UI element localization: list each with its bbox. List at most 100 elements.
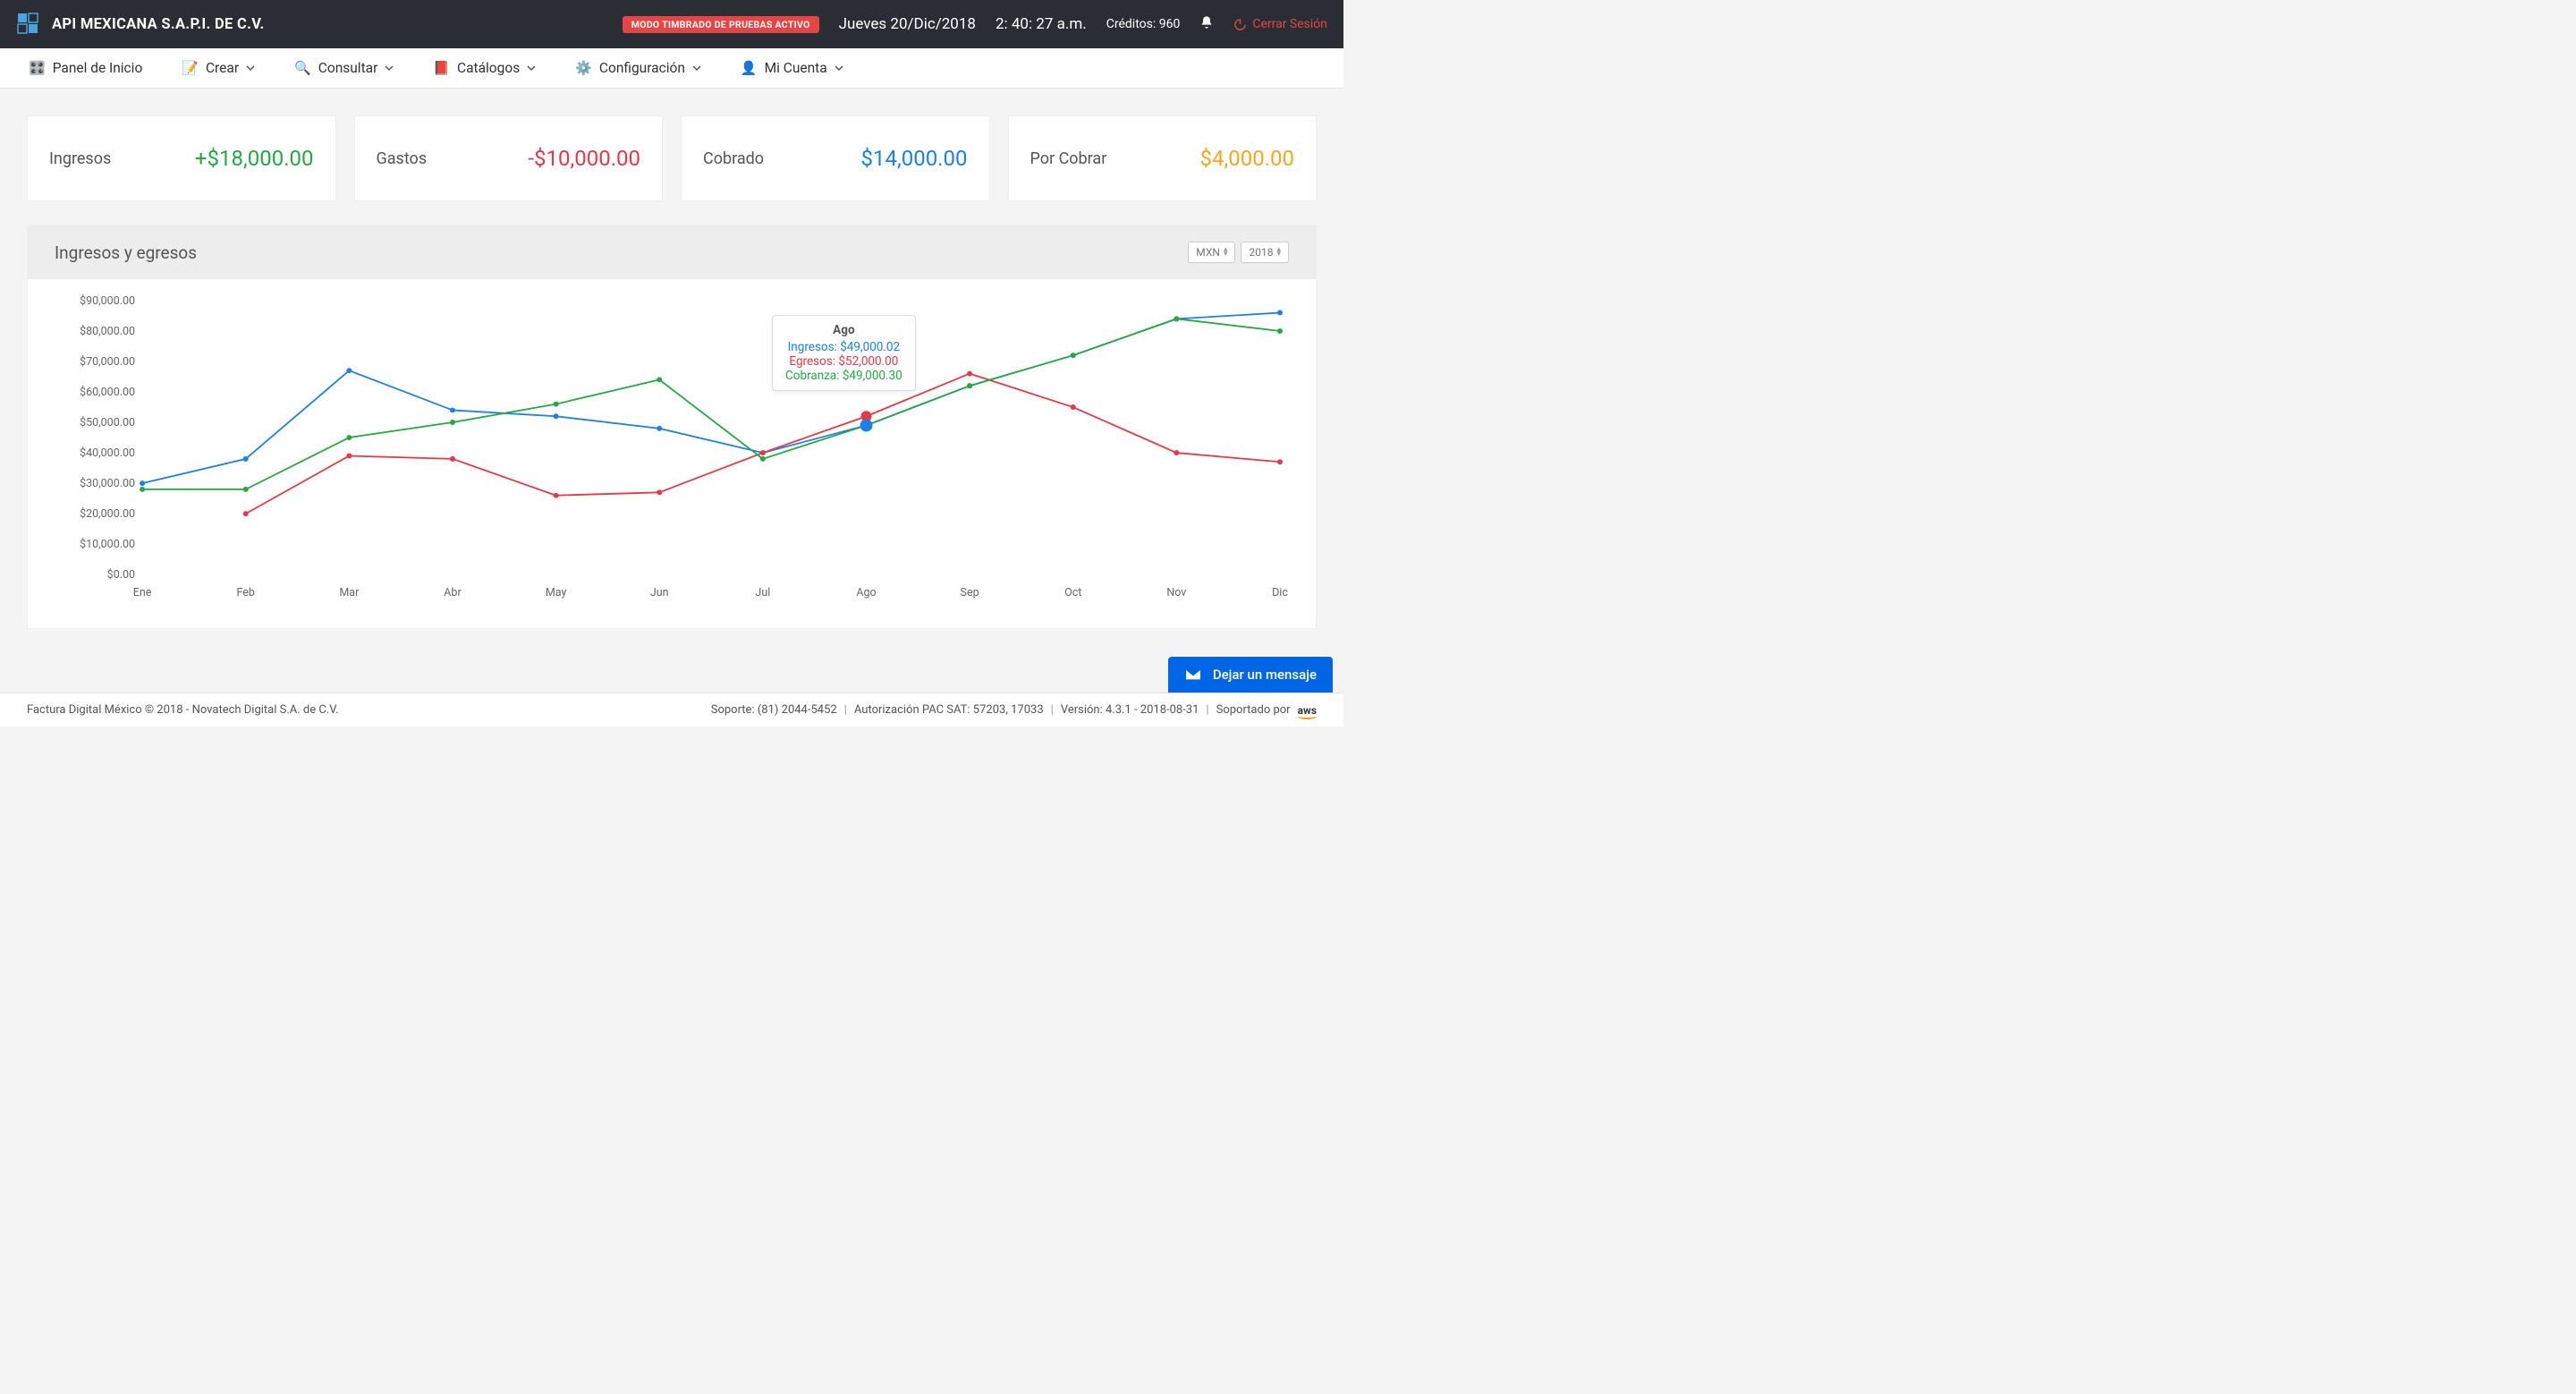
chevron-down-icon	[246, 64, 255, 72]
tooltip-ingresos: Ingresos: $49,000.02	[785, 340, 902, 354]
current-time: 2: 40: 27 a.m.	[996, 15, 1087, 33]
chevron-down-icon	[385, 64, 394, 72]
mail-icon	[1184, 666, 1202, 684]
line-chart[interactable]: $0.00 $10,000.00 $20,000.00 $30,000.00 $40,0…	[71, 290, 1289, 601]
dashboard-icon: 🎛️	[29, 60, 46, 76]
topbar-right: MODO TIMBRADO DE PRUEBAS ACTIVO Jueves 2…	[623, 15, 1327, 33]
nav-create[interactable]: 📝 Crear	[182, 60, 255, 76]
nav-catalogs[interactable]: 📕 Catálogos	[433, 60, 536, 76]
chevron-down-icon	[835, 64, 843, 72]
nav-config[interactable]: ⚙️ Configuración	[575, 60, 701, 76]
nav-create-label: Crear	[206, 60, 239, 76]
footer-version: Versión: 4.3.1 - 2018-08-31	[1061, 703, 1199, 717]
svg-text:Nov: Nov	[1166, 586, 1186, 599]
card-ingresos: Ingresos +$18,000.00	[27, 115, 336, 201]
svg-text:$90,000.00: $90,000.00	[80, 294, 135, 308]
svg-text:Sep: Sep	[961, 586, 979, 599]
nav-home[interactable]: 🎛️ Panel de Inicio	[29, 60, 142, 76]
card-cobrado-label: Cobrado	[703, 149, 764, 168]
logo-icon	[16, 12, 41, 37]
nav-catalogs-label: Catálogos	[457, 60, 520, 76]
create-icon: 📝	[182, 60, 199, 76]
card-porcobrar: Por Cobrar $4,000.00	[1008, 115, 1318, 201]
svg-text:Mar: Mar	[339, 586, 360, 599]
svg-text:$80,000.00: $80,000.00	[80, 325, 135, 338]
navbar: 🎛️ Panel de Inicio 📝 Crear 🔍 Consultar 📕…	[0, 48, 1343, 89]
search-icon: 🔍	[294, 60, 311, 76]
aws-logo: aws	[1298, 704, 1317, 717]
svg-text:Jul: Jul	[755, 586, 770, 599]
chevron-down-icon	[527, 64, 536, 72]
currency-select[interactable]: MXN ▴▾	[1188, 242, 1235, 263]
svg-text:$0.00: $0.00	[107, 568, 135, 582]
updown-icon: ▴▾	[1224, 248, 1228, 257]
nav-config-label: Configuración	[599, 60, 685, 76]
bell-icon[interactable]	[1199, 15, 1214, 33]
footer-support: Soporte: (81) 2044-5452	[711, 703, 837, 717]
footer-copyright: Factura Digital México © 2018 - Novatech…	[27, 703, 339, 717]
test-mode-badge: MODO TIMBRADO DE PRUEBAS ACTIVO	[623, 16, 819, 33]
summary-cards: Ingresos +$18,000.00 Gastos -$10,000.00 …	[27, 115, 1317, 201]
chat-widget[interactable]: Dejar un mensaje	[1168, 657, 1333, 693]
svg-text:$30,000.00: $30,000.00	[80, 477, 135, 490]
topbar-left: API MEXICANA S.A.P.I. DE C.V.	[16, 12, 265, 37]
svg-text:May: May	[546, 586, 567, 599]
chart-body: $0.00 $10,000.00 $20,000.00 $30,000.00 $40,0…	[28, 279, 1316, 628]
card-ingresos-label: Ingresos	[49, 149, 111, 168]
card-gastos-value: -$10,000.00	[528, 146, 640, 171]
svg-text:Dic: Dic	[1272, 586, 1288, 599]
svg-text:Feb: Feb	[237, 586, 255, 599]
book-icon: 📕	[433, 60, 450, 76]
card-cobrado: Cobrado $14,000.00	[681, 115, 990, 201]
gear-icon: ⚙️	[575, 60, 592, 76]
updown-icon: ▴▾	[1276, 248, 1281, 257]
tooltip-cobranza: Cobranza: $49,000.30	[785, 369, 902, 383]
svg-text:Jun: Jun	[650, 586, 669, 599]
chevron-down-icon	[692, 64, 701, 72]
svg-text:Abr: Abr	[444, 586, 462, 599]
current-date: Jueves 20/Dic/2018	[839, 15, 976, 33]
chart-card: Ingresos y egresos MXN ▴▾ 2018 ▴▾ $0.00$…	[27, 225, 1317, 629]
chart-tooltip: Ago Ingresos: $49,000.02 Egresos: $52,00…	[772, 315, 916, 391]
tooltip-month: Ago	[785, 323, 902, 337]
nav-home-label: Panel de Inicio	[53, 60, 143, 76]
footer-hosted: Soportado por	[1216, 703, 1291, 717]
nav-consult[interactable]: 🔍 Consultar	[294, 60, 394, 76]
svg-text:Ago: Ago	[856, 586, 876, 599]
card-gastos: Gastos -$10,000.00	[354, 115, 664, 201]
svg-text:$60,000.00: $60,000.00	[80, 386, 135, 399]
currency-select-label: MXN	[1196, 246, 1220, 259]
svg-text:$70,000.00: $70,000.00	[80, 355, 135, 369]
card-porcobrar-value: $4,000.00	[1200, 146, 1294, 171]
card-porcobrar-label: Por Cobrar	[1030, 149, 1107, 168]
chart-header: Ingresos y egresos MXN ▴▾ 2018 ▴▾	[28, 225, 1316, 279]
card-gastos-label: Gastos	[377, 149, 428, 168]
logout-button[interactable]: Cerrar Sesión	[1233, 17, 1327, 31]
chart-controls: MXN ▴▾ 2018 ▴▾	[1188, 242, 1289, 263]
chat-label: Dejar un mensaje	[1213, 667, 1317, 683]
nav-account[interactable]: 👤 Mi Cuenta	[741, 60, 843, 76]
nav-consult-label: Consultar	[318, 60, 378, 76]
svg-text:Ene: Ene	[133, 586, 152, 599]
logout-label: Cerrar Sesión	[1252, 17, 1327, 31]
user-icon: 👤	[741, 60, 758, 76]
svg-text:$40,000.00: $40,000.00	[80, 446, 135, 460]
credits-label: Créditos: 960	[1106, 17, 1181, 31]
chart-title: Ingresos y egresos	[55, 242, 197, 263]
content: Ingresos +$18,000.00 Gastos -$10,000.00 …	[0, 89, 1343, 629]
footer-right: Soporte: (81) 2044-5452 | Autorización P…	[711, 703, 1317, 717]
footer-auth: Autorización PAC SAT: 57203, 17033	[854, 703, 1044, 717]
card-ingresos-value: +$18,000.00	[195, 146, 314, 171]
footer: Factura Digital México © 2018 - Novatech…	[0, 693, 1343, 727]
card-cobrado-value: $14,000.00	[861, 146, 968, 171]
svg-text:$20,000.00: $20,000.00	[80, 507, 135, 521]
topbar: API MEXICANA S.A.P.I. DE C.V. MODO TIMBR…	[0, 0, 1343, 48]
company-name: API MEXICANA S.A.P.I. DE C.V.	[52, 16, 265, 33]
svg-text:$50,000.00: $50,000.00	[80, 416, 135, 429]
nav-account-label: Mi Cuenta	[765, 60, 827, 76]
tooltip-egresos: Egresos: $52,000.00	[785, 354, 902, 369]
year-select[interactable]: 2018 ▴▾	[1241, 242, 1289, 263]
year-select-label: 2018	[1249, 246, 1273, 259]
svg-text:Oct: Oct	[1064, 586, 1081, 599]
svg-text:$10,000.00: $10,000.00	[80, 538, 135, 551]
